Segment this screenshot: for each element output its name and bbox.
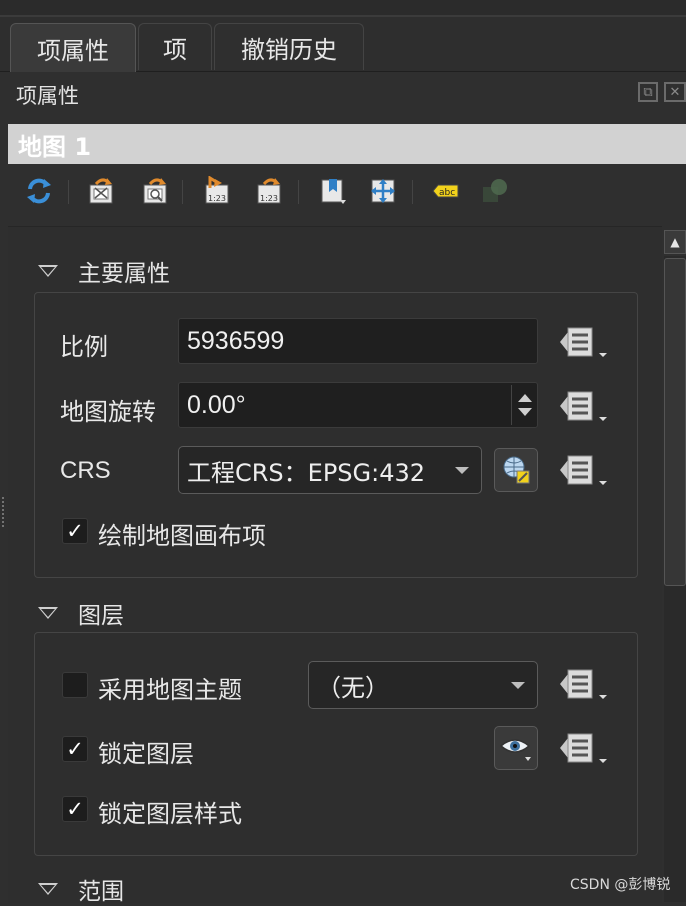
toolbar-separator (182, 180, 183, 204)
section-title: 范围 (78, 879, 124, 905)
rotation-value: 0.00° (187, 390, 246, 419)
tab-label: 项 (163, 35, 187, 64)
float-icon[interactable]: ⧉ (638, 82, 658, 102)
collapse-triangle-icon (38, 607, 58, 619)
scale-label: 比例 (60, 333, 108, 361)
svg-text:1:23: 1:23 (208, 194, 226, 203)
watermark: CSDN @彭博锐 (570, 877, 671, 893)
globe-icon (503, 456, 530, 484)
spin-up-icon[interactable] (518, 394, 532, 402)
rotation-label: 地图旋转 (60, 398, 156, 426)
crs-combobox[interactable]: 工程CRS：EPSG:432 (178, 446, 482, 494)
draw-items-checkbox[interactable]: ✓ (62, 518, 88, 544)
tab-bar: 项属性 项 撤销历史 (0, 17, 686, 72)
window-top-strip (0, 0, 686, 17)
follow-theme-checkbox[interactable] (62, 672, 88, 698)
refresh-icon[interactable] (24, 176, 54, 206)
draw-items-label: 绘制地图画布项 (98, 522, 266, 550)
section-main-properties-header[interactable]: 主要属性 (38, 254, 170, 288)
move-content-icon[interactable] (368, 176, 398, 206)
svg-text:abc: abc (439, 188, 455, 198)
lock-layers-label: 锁定图层 (98, 740, 194, 768)
map-toolbar: 1:23 1:23 abc (8, 170, 686, 216)
dropdown-arrow-icon (455, 467, 469, 474)
collapse-triangle-icon (38, 883, 58, 895)
data-defined-override-icon[interactable] (558, 728, 610, 768)
label-settings-icon[interactable]: abc (430, 176, 460, 206)
map-theme-combobox[interactable]: （无） (308, 661, 538, 709)
scale-input[interactable]: 5936599 (178, 318, 538, 364)
scroll-up-button[interactable]: ▲ (664, 230, 686, 254)
set-extent-from-canvas-icon[interactable] (86, 176, 116, 206)
tab-label: 撤销历史 (241, 35, 337, 64)
toolbar-separator (298, 180, 299, 204)
section-layers-header[interactable]: 图层 (38, 596, 124, 630)
tab-item-properties[interactable]: 项属性 (10, 23, 136, 72)
section-title: 主要属性 (78, 261, 170, 287)
layer-visibility-button[interactable] (494, 726, 538, 770)
set-scale-from-canvas-icon[interactable]: 1:23 (202, 176, 232, 206)
tab-undo-history[interactable]: 撤销历史 (214, 23, 364, 70)
section-extent-header[interactable]: 范围 (38, 872, 124, 906)
item-name: 地图 1 (18, 132, 92, 161)
crs-selector-button[interactable] (494, 448, 538, 492)
toolbar-separator (412, 180, 413, 204)
rotation-input[interactable]: 0.00° (178, 382, 538, 428)
follow-theme-label: 采用地图主题 (98, 676, 242, 704)
crs-value: 工程CRS：EPSG:432 (187, 458, 426, 487)
toolbar-separator (68, 180, 69, 204)
set-canvas-scale-icon[interactable]: 1:23 (254, 176, 284, 206)
map-clipping-icon[interactable] (480, 176, 510, 206)
theme-value: （无） (317, 673, 389, 702)
item-name-bar: 地图 1 (8, 124, 686, 164)
data-defined-override-icon[interactable] (558, 664, 610, 704)
svg-text:1:23: 1:23 (260, 194, 278, 203)
crs-label: CRS (60, 457, 111, 484)
data-defined-override-icon[interactable] (558, 450, 610, 490)
resize-grip[interactable] (1, 496, 5, 528)
lock-styles-label: 锁定图层样式 (98, 800, 242, 828)
tab-items[interactable]: 项 (138, 23, 212, 70)
view-extent-in-canvas-icon[interactable] (140, 176, 170, 206)
lock-layers-checkbox[interactable]: ✓ (62, 736, 88, 762)
tab-label: 项属性 (37, 36, 109, 65)
panel-title: 项属性 (16, 84, 79, 108)
data-defined-override-icon[interactable] (558, 386, 610, 426)
section-title: 图层 (78, 603, 124, 629)
lock-styles-checkbox[interactable]: ✓ (62, 796, 88, 822)
eye-icon (499, 739, 531, 761)
bookmark-icon[interactable] (318, 176, 348, 206)
rotation-spinner[interactable] (511, 385, 538, 425)
close-icon[interactable]: ✕ (664, 82, 686, 102)
spin-down-icon[interactable] (518, 408, 532, 416)
dropdown-arrow-icon (511, 682, 525, 689)
data-defined-override-icon[interactable] (558, 322, 610, 362)
scrollbar-thumb[interactable] (664, 258, 686, 586)
collapse-triangle-icon (38, 265, 58, 277)
